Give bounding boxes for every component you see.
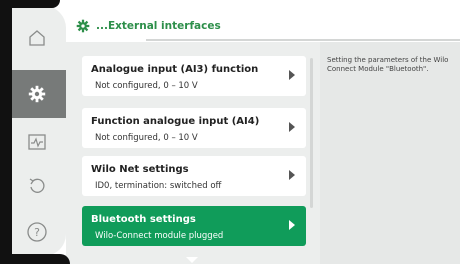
settings-icon [28,85,46,103]
rail-diagnostics[interactable] [8,118,66,166]
info-panel: Setting the parameters of the Wilo Conne… [320,42,460,264]
scroll-down-icon[interactable] [186,257,198,263]
scrollbar[interactable] [310,58,313,208]
device-bezel-top [0,0,60,8]
chevron-right-icon [289,220,295,230]
header-bar: ...External interfaces [66,8,460,44]
chevron-right-icon [289,122,295,132]
side-navigation: ? [8,6,66,256]
menu-item-ai4-function[interactable]: Function analogue input (AI4) Not config… [82,108,306,148]
menu-item-subtitle: Not configured, 0 – 10 V [95,81,198,91]
page-title: ...External interfaces [96,20,221,32]
rail-help[interactable]: ? [8,208,66,256]
menu-item-title: Analogue input (AI3) function [91,64,259,75]
menu-item-title: Wilo Net settings [91,164,189,175]
device-bezel [0,0,12,264]
menu-item-subtitle: Wilo-Connect module plugged [95,231,224,241]
restore-icon [29,178,45,193]
menu-item-bluetooth-settings[interactable]: Bluetooth settings Wilo-Connect module p… [82,206,306,246]
screen: ? ...External interfaces Analogue input … [0,0,460,264]
header-divider [146,39,460,41]
info-text: Setting the parameters of the Wilo Conne… [327,56,449,73]
rail-home[interactable] [8,14,66,62]
menu-item-subtitle: Not configured, 0 – 10 V [95,133,198,143]
home-icon [29,30,45,46]
device-bezel-bottom [0,254,70,264]
menu-item-title: Function analogue input (AI4) [91,116,260,127]
menu-item-title: Bluetooth settings [91,214,196,225]
menu-list: Analogue input (AI3) function Not config… [66,42,320,264]
rail-settings[interactable] [8,70,66,118]
rail-restore[interactable] [8,162,66,210]
diagnostics-icon [28,134,46,150]
chevron-right-icon [289,170,295,180]
menu-item-subtitle: ID0, termination: switched off [95,181,222,191]
gear-icon [76,19,90,33]
menu-item-ai3-function[interactable]: Analogue input (AI3) function Not config… [82,56,306,96]
chevron-right-icon [289,70,295,80]
svg-text:?: ? [34,226,40,239]
menu-item-wilo-net-settings[interactable]: Wilo Net settings ID0, termination: swit… [82,156,306,196]
help-icon: ? [27,222,47,242]
